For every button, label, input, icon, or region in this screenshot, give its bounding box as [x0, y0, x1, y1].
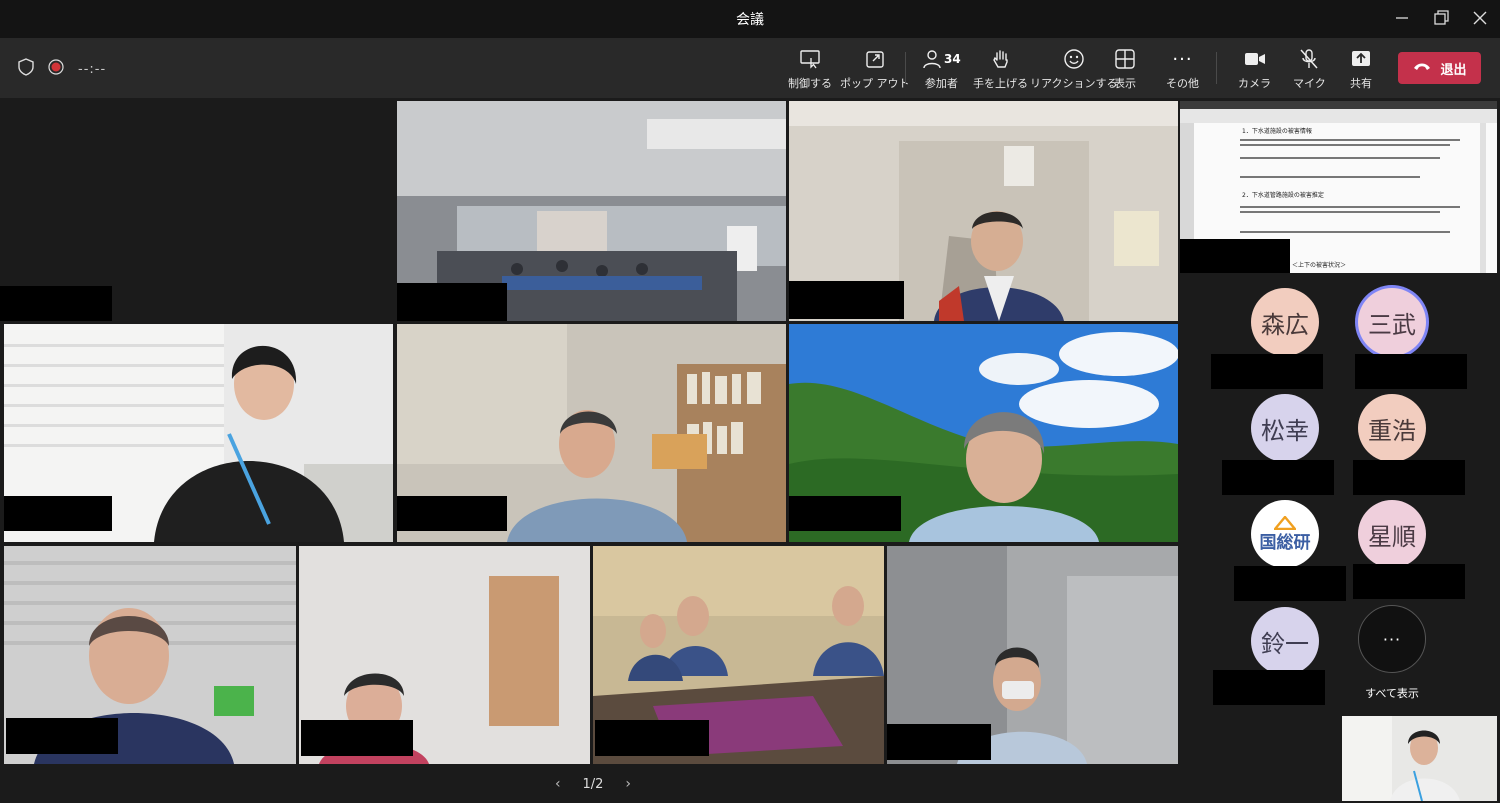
control-screen-icon [799, 48, 821, 70]
name-redaction [1180, 239, 1290, 273]
page-navigator: ‹ 1/2 › [555, 774, 631, 794]
meeting-status: --:-- [18, 58, 106, 80]
shield-icon [18, 58, 34, 80]
meeting-timer: --:-- [78, 61, 107, 77]
self-view-video [1342, 716, 1497, 801]
organization-avatar[interactable]: 国総研 [1251, 500, 1319, 568]
mic-off-icon [1298, 48, 1320, 70]
name-redaction [595, 720, 709, 756]
name-redaction [1222, 460, 1334, 495]
show-all-label: すべて表示 [1365, 687, 1419, 700]
shared-screen-tile[interactable]: 1．下水道施設の被害情報 2．下水道管路施設の被害推定 ＜上下の被害状況＞ [1180, 101, 1497, 273]
video-tile[interactable] [0, 101, 393, 321]
restore-icon[interactable] [1431, 8, 1451, 28]
more-icon: ··· [1382, 629, 1402, 649]
video-tile[interactable] [887, 546, 1178, 764]
participant-avatar[interactable]: 松幸 [1251, 394, 1319, 462]
video-tile[interactable] [299, 546, 590, 764]
page-indicator: 1/2 [582, 776, 604, 792]
recording-icon [48, 59, 64, 79]
name-redaction [1213, 670, 1325, 705]
name-redaction [301, 720, 413, 756]
organization-avatar-label: 国総研 [1259, 532, 1311, 553]
camera-label: カメラ [1238, 77, 1271, 90]
doc-heading-2: 2．下水道管路施設の被害推定 [1242, 191, 1324, 199]
layout-grid-icon [1114, 48, 1136, 70]
share-icon [1350, 48, 1372, 70]
participant-avatar[interactable]: 重浩 [1358, 394, 1426, 462]
reaction-label: リアクションする [1030, 77, 1118, 90]
video-tile[interactable] [4, 324, 393, 542]
toolbar-divider [1216, 52, 1217, 84]
camera-button[interactable]: カメラ [1238, 48, 1271, 92]
title-bar: 会議 [0, 0, 1500, 38]
pop-out-button[interactable]: ポップ アウト [840, 48, 910, 92]
video-tile[interactable] [4, 546, 296, 764]
control-label: 制御する [788, 77, 832, 90]
raise-hand-icon [991, 48, 1011, 70]
name-redaction [1353, 460, 1465, 495]
name-redaction [887, 724, 991, 760]
window-title: 会議 [736, 12, 764, 28]
reaction-icon [1063, 48, 1085, 70]
video-tile[interactable] [789, 101, 1178, 321]
name-redaction [397, 283, 507, 321]
name-redaction [789, 281, 904, 319]
more-label: その他 [1166, 77, 1199, 90]
toolbar-divider [905, 52, 906, 84]
camera-icon [1243, 48, 1267, 70]
self-view-tile[interactable] [1342, 716, 1497, 801]
video-tile[interactable] [789, 324, 1178, 542]
view-label: 表示 [1114, 77, 1136, 90]
more-icon: ··· [1172, 48, 1193, 70]
next-page-icon[interactable]: › [625, 776, 631, 792]
video-tile[interactable] [397, 324, 786, 542]
pop-out-label: ポップ アウト [840, 77, 910, 90]
name-redaction [4, 496, 112, 531]
name-redaction [1355, 354, 1467, 389]
name-redaction [789, 496, 901, 531]
minimize-icon[interactable] [1392, 8, 1412, 28]
pop-out-icon [864, 48, 886, 70]
show-all-button[interactable]: ··· [1358, 605, 1426, 673]
video-stage: 1．下水道施設の被害情報 2．下水道管路施設の被害推定 ＜上下の被害状況＞ 森広… [0, 98, 1500, 803]
name-redaction [1353, 564, 1465, 599]
participant-count: 34 [944, 52, 961, 66]
doc-heading-1: 1．下水道施設の被害情報 [1242, 127, 1312, 135]
share-label: 共有 [1350, 77, 1372, 90]
video-tile[interactable] [397, 101, 786, 321]
name-redaction [0, 286, 112, 321]
participants-label: 参加者 [924, 77, 958, 90]
people-icon: 34 [922, 48, 961, 70]
name-redaction [1211, 354, 1323, 389]
participant-avatar-speaking[interactable]: 三武 [1358, 288, 1426, 356]
meeting-toolbar: --:-- 制御する ポップ アウト 34 参加者 手を上げる リアクションする [0, 38, 1500, 98]
organization-logo-icon [1272, 514, 1298, 534]
name-redaction [1234, 566, 1346, 601]
leave-label: 退出 [1440, 62, 1467, 78]
doc-bottom-line: ＜上下の被害状況＞ [1292, 261, 1346, 269]
reaction-button[interactable]: リアクションする [1030, 48, 1117, 92]
previous-page-icon[interactable]: ‹ [555, 776, 561, 792]
leave-button[interactable]: 退出 [1398, 52, 1481, 84]
mic-button[interactable]: マイク [1293, 48, 1326, 92]
name-redaction [397, 496, 507, 531]
participant-avatar[interactable]: 森広 [1251, 288, 1319, 356]
control-button[interactable]: 制御する [788, 48, 832, 92]
more-button[interactable]: ··· その他 [1166, 48, 1199, 92]
raise-hand-button[interactable]: 手を上げる [973, 48, 1028, 92]
name-redaction [6, 718, 118, 754]
share-button[interactable]: 共有 [1350, 48, 1372, 92]
close-icon[interactable] [1470, 8, 1490, 28]
view-button[interactable]: 表示 [1114, 48, 1136, 92]
raise-hand-label: 手を上げる [973, 77, 1028, 90]
hang-up-icon [1412, 60, 1432, 76]
participant-avatar[interactable]: 鈴一 [1251, 607, 1319, 675]
video-tile[interactable] [593, 546, 884, 764]
mic-label: マイク [1293, 77, 1326, 90]
participants-button[interactable]: 34 参加者 [922, 48, 961, 92]
participant-avatar[interactable]: 星順 [1358, 500, 1426, 568]
